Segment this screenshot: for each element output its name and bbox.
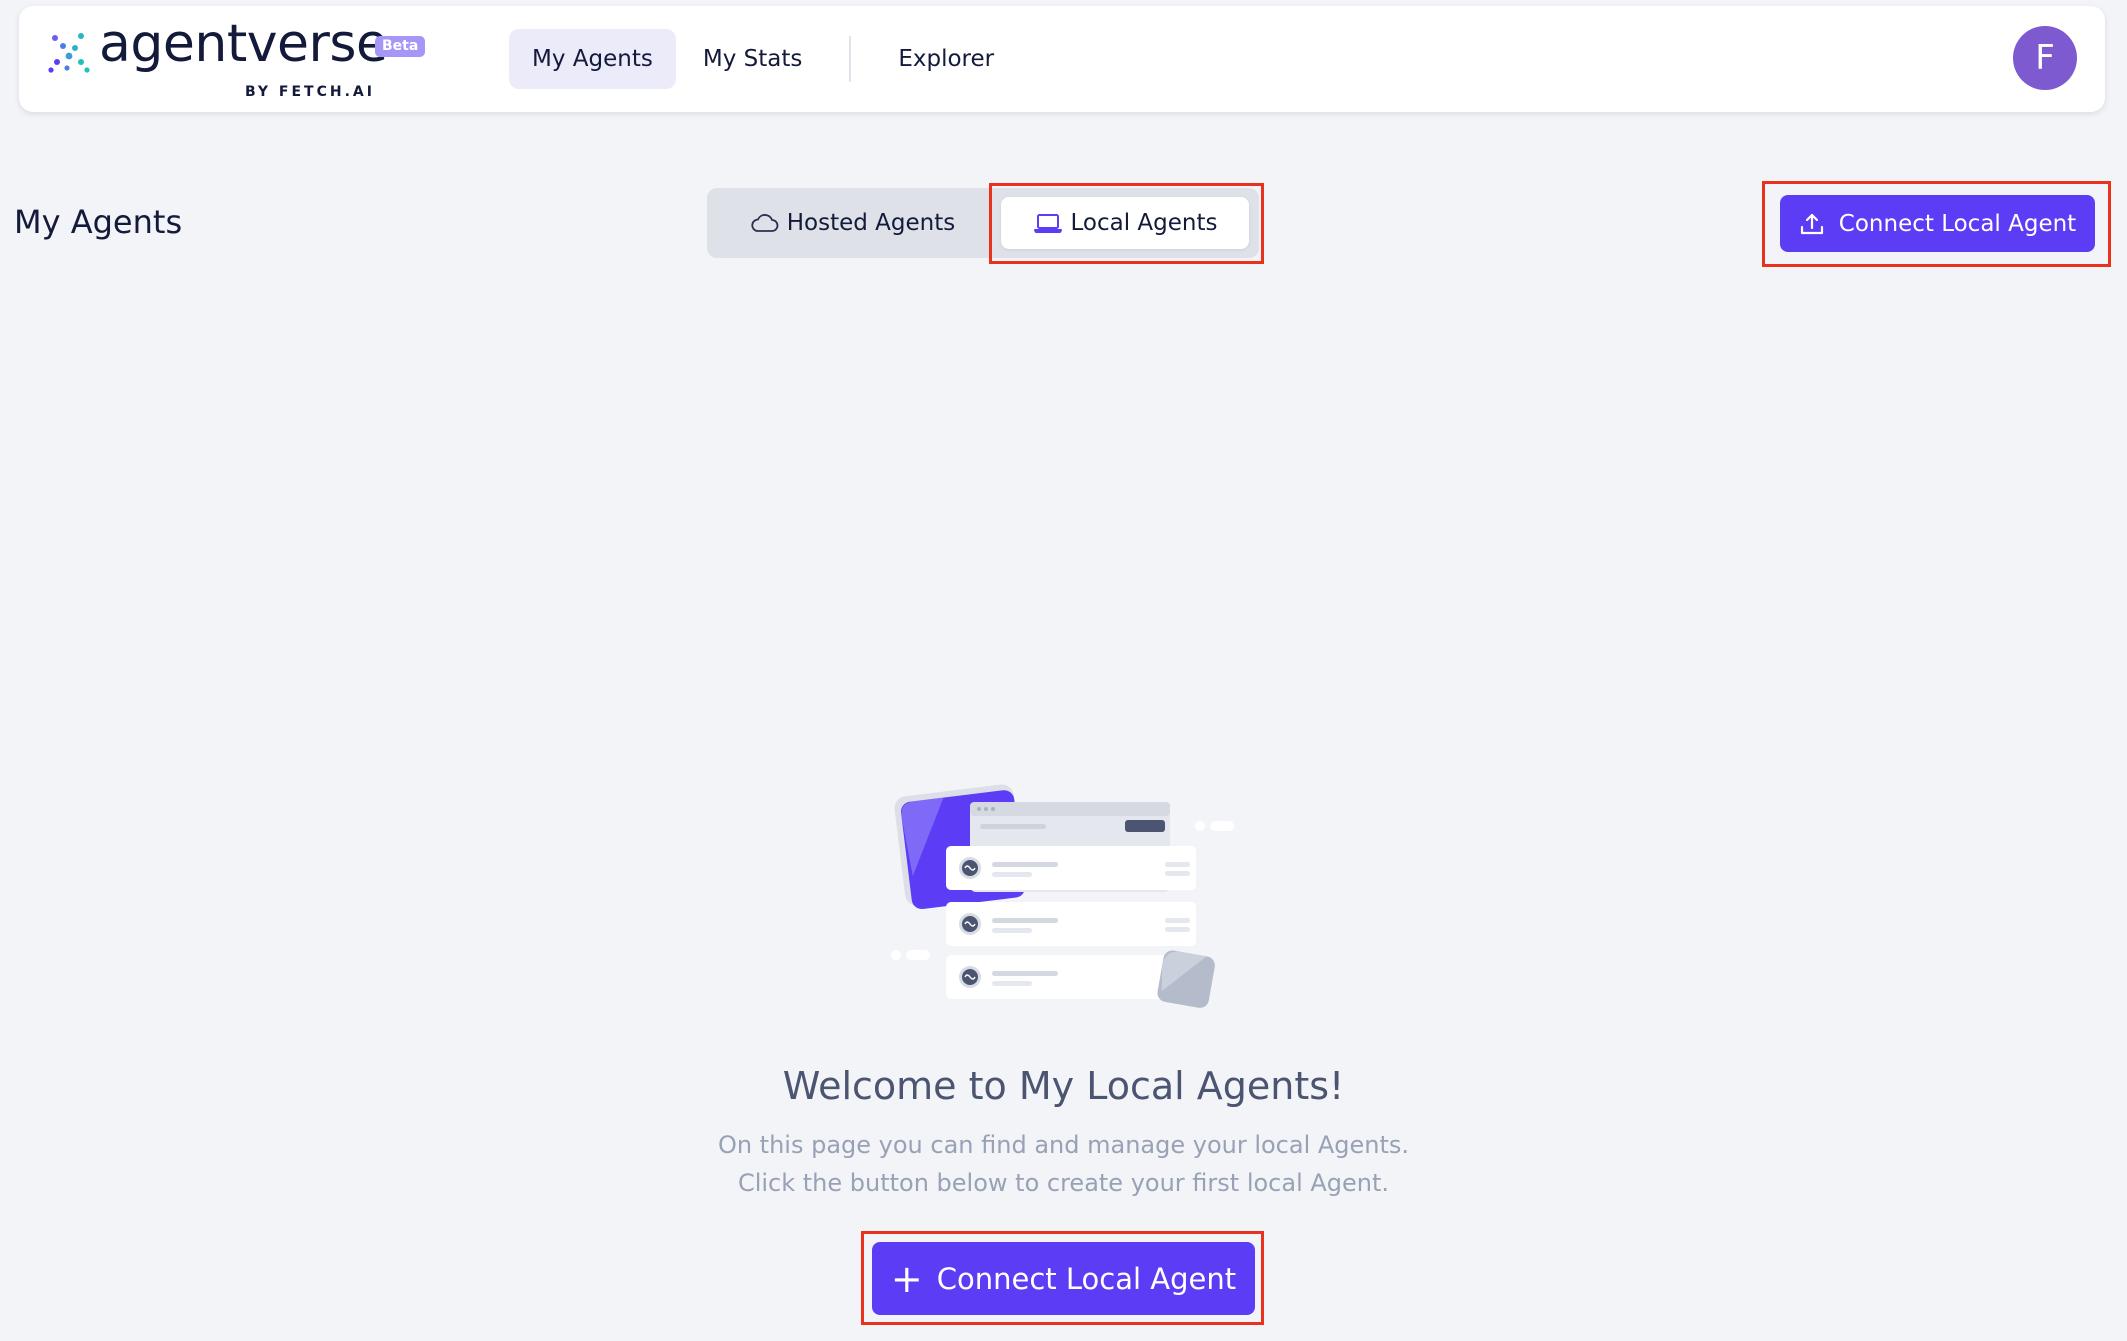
tab-hosted-agents-label: Hosted Agents [786,210,956,236]
user-avatar[interactable]: F [2013,26,2077,90]
main-nav: My Agents My Stats Explorer [509,29,1017,89]
logo-dots-icon [48,33,90,73]
empty-state-title: Welcome to My Local Agents! [782,1064,1345,1108]
cloud-icon [751,214,779,232]
empty-state-text-line1: On this page you can find and manage you… [717,1131,1410,1159]
tab-hosted-agents[interactable]: Hosted Agents [737,197,967,249]
top-header: agentverse Beta BY FETCH.AI My Agents My… [19,6,2105,112]
brand-name: agentverse [99,14,388,74]
empty-agents-illustration [891,784,1234,1008]
beta-badge: Beta [375,36,426,58]
highlight-connect-button [1762,181,2111,267]
nav-my-agents[interactable]: My Agents [509,29,676,89]
nav-my-stats[interactable]: My Stats [680,29,825,89]
empty-state-text-line2: Click the button below to create your fi… [737,1169,1390,1197]
highlight-connect-cta [861,1231,1264,1325]
highlight-local-agents-tab [989,183,1264,264]
nav-explorer[interactable]: Explorer [875,29,1017,89]
brand-byline: BY FETCH.AI [245,84,375,100]
agentverse-logo[interactable]: agentverse Beta BY FETCH.AI [47,18,447,102]
page-title: My Agents [14,203,183,241]
nav-divider [849,36,852,82]
